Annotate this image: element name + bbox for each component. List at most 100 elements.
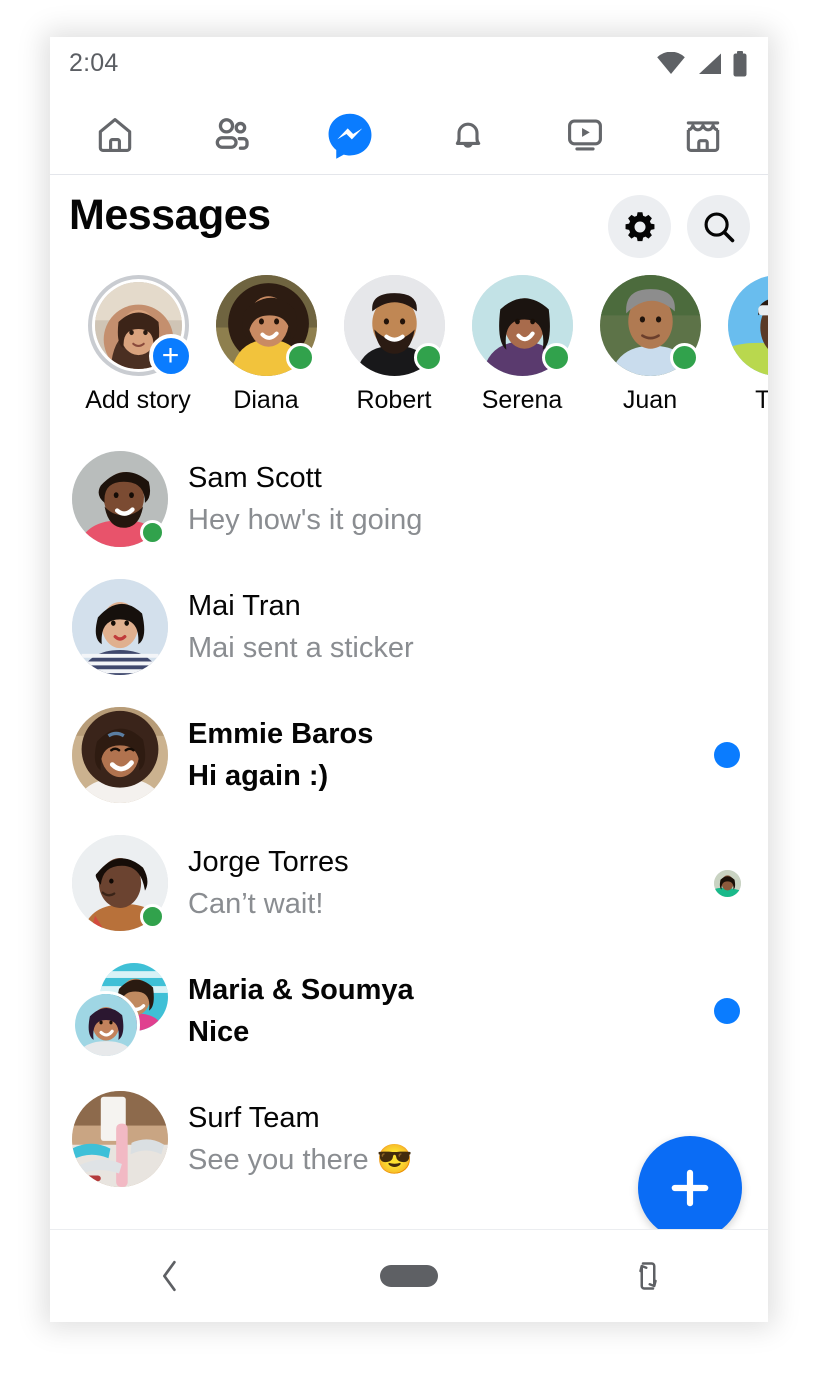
thread-snippet: Can’t wait! — [188, 888, 324, 920]
phone-frame: 2:04 Messages + Add story Diana Robert S… — [50, 37, 768, 1322]
story-avatar-wrap — [471, 275, 573, 376]
story-label: Robert — [356, 386, 432, 414]
avatar — [72, 991, 140, 1059]
video-play-icon — [568, 119, 603, 150]
thread-status — [704, 998, 750, 1024]
back-icon — [162, 1260, 176, 1292]
notifications-tab[interactable] — [435, 106, 501, 164]
online-indicator — [140, 520, 165, 545]
thread-snippet: Nice — [188, 1016, 250, 1048]
story-avatar-wrap: + — [87, 275, 193, 378]
thread-avatar-wrap — [72, 963, 168, 1059]
gear-icon — [625, 211, 654, 241]
people-icon — [216, 117, 250, 150]
thread-snippet: See you there 😎 — [188, 1144, 413, 1176]
thread-text: Sam Scott Hey how's it going — [188, 457, 704, 541]
messenger-tab[interactable] — [317, 106, 383, 164]
thread-row[interactable]: Maria & Soumya Nice — [50, 947, 768, 1075]
thread-text: Surf Team See you there 😎 — [188, 1097, 704, 1181]
story-label: Juan — [622, 386, 678, 414]
thread-name: Emmie Baros — [188, 717, 374, 750]
thread-text: Jorge Torres Can’t wait! — [188, 841, 704, 925]
avatar — [72, 579, 168, 675]
story-diana[interactable]: Diana — [202, 271, 330, 429]
thread-snippet: Hey how's it going — [188, 504, 423, 536]
page-title: Messages — [69, 191, 271, 239]
thread-avatar-wrap — [72, 1091, 168, 1187]
header-action-group — [608, 195, 750, 258]
thread-name: Maria & Soumya — [188, 973, 414, 1006]
plus-icon — [671, 1169, 709, 1207]
watch-tab[interactable] — [552, 106, 618, 164]
story-label: Toni — [755, 386, 768, 414]
online-indicator — [140, 904, 165, 929]
story-juan[interactable]: Juan — [586, 271, 714, 429]
system-rotate-button[interactable] — [588, 1246, 708, 1306]
thread-snippet: Hi again :) — [188, 760, 329, 792]
battery-icon — [733, 51, 747, 77]
android-system-nav — [50, 1229, 768, 1322]
avatar — [72, 1091, 168, 1187]
thread-snippet: Mai sent a sticker — [188, 632, 414, 664]
seen-avatar — [713, 869, 741, 897]
status-bar: 2:04 — [50, 37, 768, 95]
story-toni[interactable]: Toni — [714, 271, 768, 429]
story-label: Serena — [481, 386, 563, 414]
thread-name: Jorge Torres — [188, 845, 349, 878]
thread-row[interactable]: Jorge Torres Can’t wait! — [50, 819, 768, 947]
thread-text: Maria & Soumya Nice — [188, 969, 704, 1053]
story-serena[interactable]: Serena — [458, 271, 586, 429]
avatar — [727, 275, 768, 376]
status-icon-group — [656, 51, 748, 77]
thread-row[interactable]: Emmie Baros Hi again :) — [50, 691, 768, 819]
story-avatar-wrap — [599, 275, 701, 376]
thread-status — [704, 742, 750, 768]
home-pill — [379, 1265, 438, 1287]
search-icon — [704, 212, 734, 242]
story-avatar-wrap — [215, 275, 317, 376]
thread-text: Emmie Baros Hi again :) — [188, 713, 704, 797]
thread-avatar-wrap — [72, 835, 168, 931]
add-story-plus-icon[interactable]: + — [148, 334, 193, 378]
rotate-screen-icon — [639, 1262, 658, 1290]
avatar — [72, 707, 168, 803]
thread-avatar-wrap — [72, 579, 168, 675]
facebook-top-nav — [50, 95, 768, 175]
marketplace-tab[interactable] — [670, 106, 736, 164]
wifi-icon — [657, 52, 685, 74]
story-label: Diana — [233, 386, 299, 414]
story-avatar-wrap — [343, 275, 445, 376]
system-back-button[interactable] — [110, 1246, 230, 1306]
bell-icon — [455, 122, 480, 148]
story-avatar-wrap — [727, 275, 768, 376]
status-time: 2:04 — [69, 49, 119, 77]
new-message-button[interactable] — [638, 1136, 742, 1240]
thread-avatar-wrap — [72, 707, 168, 803]
search-button[interactable] — [687, 195, 750, 258]
online-indicator — [285, 343, 315, 372]
settings-button[interactable] — [608, 195, 671, 258]
story-add[interactable]: + Add story — [74, 271, 202, 429]
messenger-icon — [328, 113, 372, 159]
home-tab[interactable] — [82, 106, 148, 164]
online-indicator — [413, 343, 443, 372]
online-indicator — [541, 343, 571, 372]
thread-text: Mai Tran Mai sent a sticker — [188, 585, 704, 669]
thread-name: Sam Scott — [188, 461, 322, 494]
thread-row[interactable]: Sam Scott Hey how's it going — [50, 435, 768, 563]
story-label: Add story — [85, 386, 191, 414]
thread-row[interactable]: Mai Tran Mai sent a sticker — [50, 563, 768, 691]
screenshot-root: 2:04 Messages + Add story Diana Robert S… — [0, 0, 817, 1378]
unread-dot — [714, 742, 740, 768]
store-icon — [686, 120, 720, 152]
home-icon — [98, 117, 132, 152]
system-home-button[interactable] — [349, 1246, 469, 1306]
page-header: Messages — [50, 175, 768, 271]
online-indicator — [669, 343, 699, 372]
conversation-list: Sam Scott Hey how's it going Mai Tran Ma… — [50, 429, 768, 1203]
thread-name: Surf Team — [188, 1101, 320, 1134]
stories-row[interactable]: + Add story Diana Robert Serena Juan T — [50, 271, 768, 429]
story-robert[interactable]: Robert — [330, 271, 458, 429]
people-tab[interactable] — [199, 106, 265, 164]
cell-signal-icon — [699, 53, 721, 74]
